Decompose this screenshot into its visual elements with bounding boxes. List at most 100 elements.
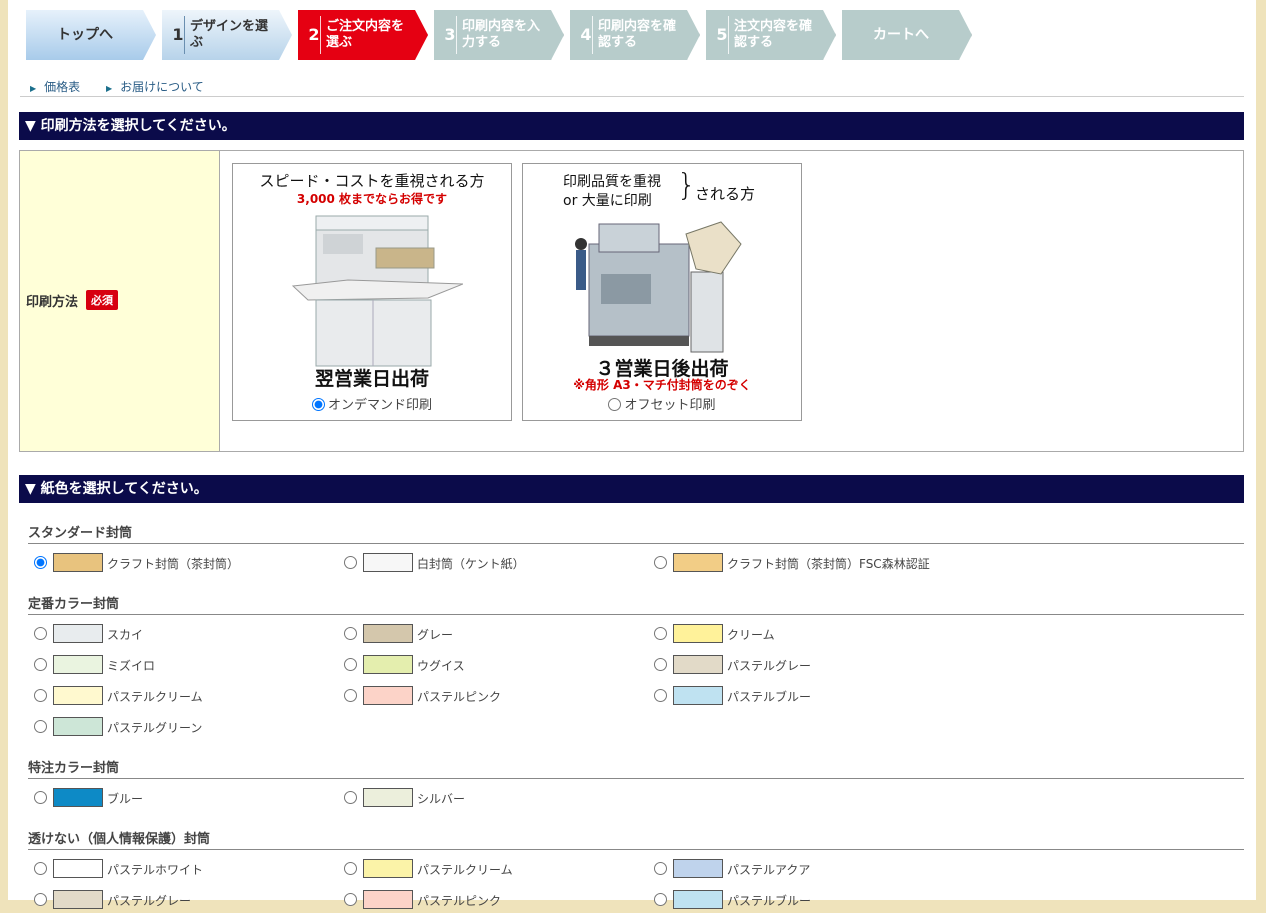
offset-press-image [575,221,742,353]
paper-color-name: ミズイロ [107,659,156,673]
divider [20,96,1244,97]
page: トップへ 1 デザインを選ぶ 2 ご注文内容を選ぶ 3 印刷内容を入力する 4 印刷内容を確認す… [8,0,1256,909]
step-label: デザインを選ぶ [190,19,269,50]
paper-color-radio[interactable] [654,658,667,671]
offset-headline-line2: or 大量に印刷 [563,193,652,209]
paper-color-swatch [673,553,723,572]
ondemand-radio[interactable] [311,398,325,411]
brace-icon: } [677,168,697,203]
step-2[interactable]: 2 ご注文内容を選ぶ [298,10,428,60]
price-table-link[interactable]: 価格表 [44,80,80,94]
step-label: ご注文内容を選ぶ [326,19,405,50]
offset-option: オフセット印刷 [523,394,801,413]
step-top[interactable]: トップへ [26,10,156,60]
paper-color-name: パステルクリーム [107,690,203,704]
ondemand-ship-label: 翌営業日出荷 [314,368,429,390]
paper-color-swatch [363,859,413,878]
delivery-info-link[interactable]: お届けについて [120,80,204,94]
step-label: 注文内容を確認する [734,19,813,50]
paper-color-name: パステルホワイト [107,863,204,877]
print-method-label: 印刷方法 [26,295,79,310]
paper-color-radio[interactable] [654,689,667,702]
paper-color-swatch [53,717,103,736]
paper-color-name: ウグイス [417,659,465,673]
ondemand-option-label: オンデマンド印刷 [327,398,432,413]
offset-headline-suffix: される方 [695,185,756,203]
triangle-right-icon: ▶ [30,84,37,93]
paper-color-name: シルバー [417,792,466,806]
paper-color-name: クラフト封筒（茶封筒） [107,557,240,571]
paper-color-name: クラフト封筒（茶封筒）FSC森林認証 [727,557,930,571]
paper-color-name: パステルグレー [727,659,812,673]
paper-color-radio[interactable] [344,627,357,640]
paper-color-name: パステルピンク [417,894,502,908]
paper-color-swatch [673,624,723,643]
paper-color-radio[interactable] [34,862,47,875]
step-number: 2 [308,25,320,44]
paper-color-radio[interactable] [344,791,357,804]
paper-color-name: パステルブルー [727,894,812,908]
paper-color-name: ブルー [107,792,144,806]
paper-color-name: クリーム [727,628,775,642]
step-4[interactable]: 4 印刷内容を確認する [570,10,700,60]
paper-color-radio[interactable] [654,862,667,875]
step-separator [728,16,729,54]
paper-group-title: 定番カラー封筒 [28,593,1244,615]
step-separator [456,16,457,54]
offset-radio[interactable] [608,398,622,411]
paper-color-radio[interactable] [34,720,47,733]
step-separator [320,16,321,54]
paper-color-radio[interactable] [34,689,47,702]
paper-color-radio[interactable] [34,627,47,640]
offset-card[interactable]: 印刷品質を重視 or 大量に印刷 } される方 ３営業日後出荷 ※角形 A3・マ… [522,163,802,421]
paper-color-swatch [53,686,103,705]
paper-color-name: パステルグリーン [107,721,203,735]
step-number: 3 [444,25,456,44]
paper-color-radio[interactable] [654,627,667,640]
ondemand-card[interactable]: スピード・コストを重視される方 3,000 枚までならお得です 翌営業日出荷 オ… [232,163,512,421]
ondemand-subline: 3,000 枚までならお得です [296,192,448,206]
paper-color-swatch [673,655,723,674]
info-links: ▶ 価格表 ▶ お届けについて [30,78,226,95]
paper-color-radio[interactable] [344,556,357,569]
step-3[interactable]: 3 印刷内容を入力する [434,10,564,60]
paper-group-title: 透けない（個人情報保護）封筒 [28,828,1244,850]
paper-color-heading: ▼ 紙色を選択してください。 [19,475,1244,503]
paper-color-name: パステルブルー [727,690,812,704]
step-number: 5 [716,25,728,44]
paper-color-swatch [363,624,413,643]
paper-color-radio[interactable] [34,791,47,804]
paper-group-title: スタンダード封筒 [28,522,1244,544]
required-badge: 必須 [86,290,118,310]
ondemand-headline: スピード・コストを重視される方 [259,172,485,190]
offset-headline-line1: 印刷品質を重視 [563,174,661,190]
paper-color-radio[interactable] [34,556,47,569]
print-method-heading: ▼ 印刷方法を選択してください。 [19,112,1244,140]
step-1[interactable]: 1 デザインを選ぶ [162,10,292,60]
paper-color-name: パステルアクア [727,863,811,877]
paper-color-swatch [363,655,413,674]
paper-color-radio[interactable] [344,862,357,875]
offset-option-label: オフセット印刷 [624,398,716,413]
step-separator [184,16,185,54]
paper-color-name: グレー [417,628,454,642]
paper-color-radio[interactable] [344,658,357,671]
step-label: トップへ [57,27,113,43]
paper-color-name: パステルクリーム [417,863,513,877]
paper-color-swatch [53,859,103,878]
step-5[interactable]: 5 注文内容を確認する [706,10,836,60]
step-cart[interactable]: カートへ [842,10,972,60]
offset-headline: 印刷品質を重視 or 大量に印刷 [563,173,661,211]
step-number: 4 [580,25,592,44]
step-number: 1 [172,25,184,44]
paper-color-name: パステルグレー [107,894,192,908]
paper-color-radio[interactable] [654,556,667,569]
paper-color-swatch [363,788,413,807]
paper-color-radio[interactable] [34,658,47,671]
paper-color-name: 白封筒（ケント紙） [417,557,525,571]
offset-note: ※角形 A3・マチ付封筒をのぞく [573,378,751,392]
paper-color-swatch [53,788,103,807]
paper-color-radio[interactable] [344,689,357,702]
paper-group-title: 特注カラー封筒 [28,757,1244,779]
paper-color-swatch [53,553,103,572]
